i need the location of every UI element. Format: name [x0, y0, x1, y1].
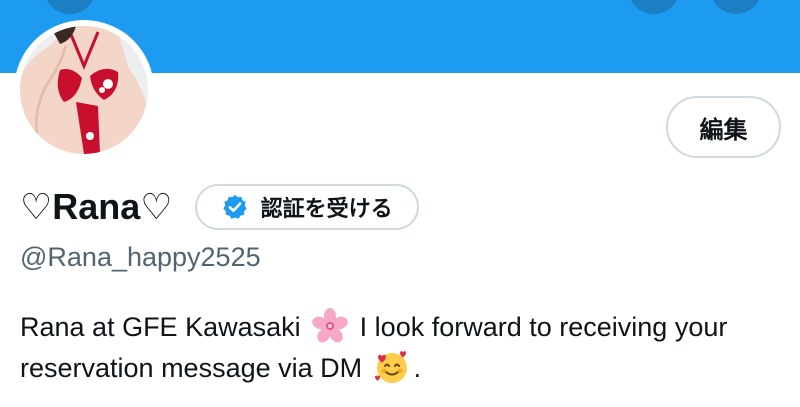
- banner-back-button[interactable]: [44, 0, 96, 14]
- avatar-frame: [14, 20, 154, 160]
- bio-text-1: Rana at GFE Kawasaki: [20, 312, 301, 342]
- smiling-face-with-hearts-icon: [374, 351, 407, 383]
- cherry-blossom-icon: [312, 308, 348, 343]
- verified-badge-icon: [222, 194, 247, 219]
- edit-profile-label: 編集: [699, 116, 748, 144]
- bio-text-3: .: [413, 353, 422, 383]
- user-handle: @Rana_happy2525: [20, 242, 261, 272]
- avatar-image: [20, 26, 148, 154]
- get-verified-label: 認証を受ける: [260, 196, 393, 221]
- edit-profile-button[interactable]: 編集: [666, 96, 781, 158]
- avatar[interactable]: [20, 26, 148, 154]
- display-name: ♡Rana♡: [20, 186, 173, 227]
- get-verified-button[interactable]: 認証を受ける: [194, 184, 419, 230]
- banner-search-button[interactable]: [628, 0, 680, 14]
- banner-more-button[interactable]: [710, 0, 762, 14]
- name-row: ♡Rana♡ 認証を受ける: [20, 182, 419, 232]
- profile-bio: Rana at GFE Kawasaki I look forward to r…: [20, 307, 790, 389]
